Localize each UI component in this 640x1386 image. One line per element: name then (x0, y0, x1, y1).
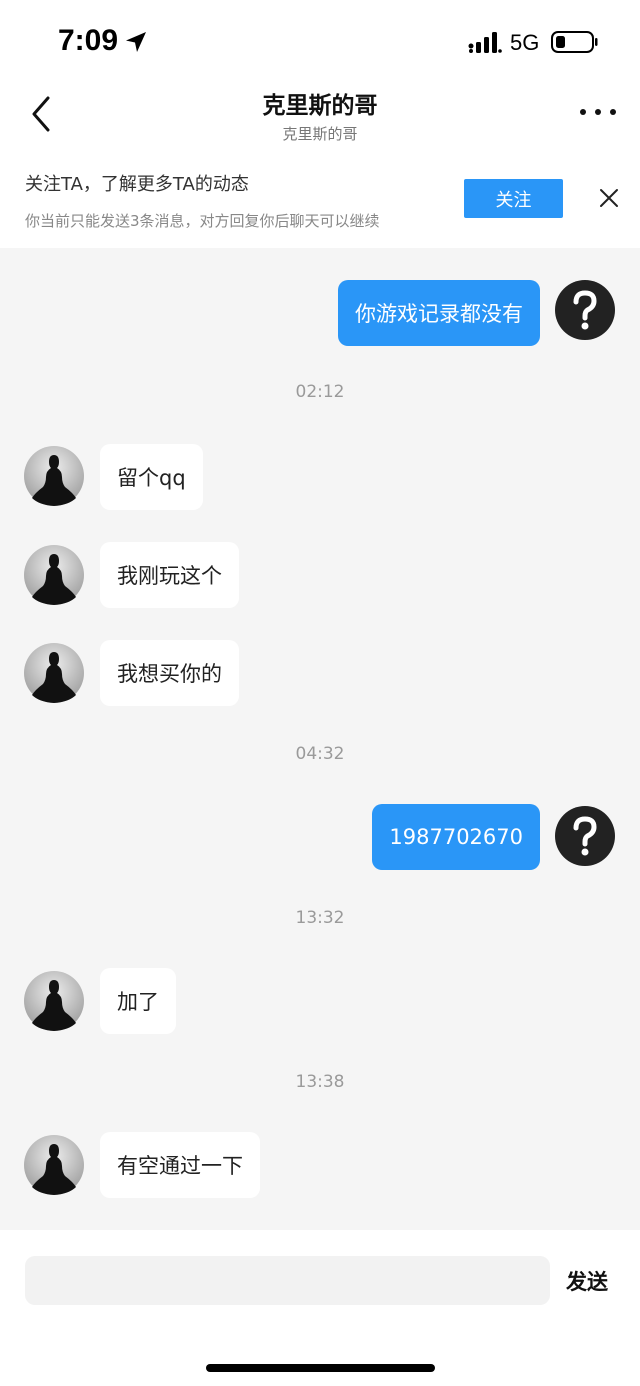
self-avatar-question-icon[interactable] (555, 280, 615, 340)
message-bubble-incoming[interactable]: 有空通过一下 (100, 1132, 260, 1198)
message-bubble-incoming[interactable]: 我想买你的 (100, 640, 239, 706)
contact-avatar[interactable] (24, 643, 84, 703)
nav-bar: 克里斯的哥 克里斯的哥 (0, 82, 640, 154)
network-label: 5G (510, 30, 540, 55)
timestamp: 04:32 (295, 744, 345, 764)
chat-area[interactable]: 你游戏记录都没有 02:12 留个qq 我刚玩这个 我想买你的 04:32 19… (0, 248, 640, 1230)
timestamp: 02:12 (295, 382, 345, 402)
send-button[interactable]: 发送 (566, 1266, 608, 1296)
contact-avatar[interactable] (24, 446, 84, 506)
status-bar: 7:09 5G (0, 0, 640, 82)
self-avatar-question-icon[interactable] (555, 806, 615, 866)
message-bubble-incoming[interactable]: 留个qq (100, 444, 203, 510)
message-bubble-incoming[interactable]: 我刚玩这个 (100, 542, 239, 608)
status-time: 7:09 (58, 24, 119, 57)
timestamp: 13:38 (295, 1072, 345, 1092)
location-arrow-icon (126, 32, 146, 52)
contact-avatar[interactable] (24, 1135, 84, 1195)
page-title: 克里斯的哥 (262, 93, 378, 119)
more-icon[interactable] (578, 104, 618, 120)
close-icon[interactable] (598, 187, 620, 209)
message-bubble-incoming[interactable]: 加了 (100, 968, 176, 1034)
message-input[interactable] (25, 1256, 550, 1305)
message-bubble-outgoing[interactable]: 1987702670 (372, 804, 540, 870)
message-bubble-outgoing[interactable]: 你游戏记录都没有 (338, 280, 540, 346)
contact-avatar[interactable] (24, 545, 84, 605)
timestamp: 13:32 (295, 908, 345, 928)
follow-banner-subtitle: 你当前只能发送3条消息，对方回复你后聊天可以继续 (25, 212, 380, 230)
follow-banner-title: 关注TA，了解更多TA的动态 (25, 174, 249, 195)
input-bar: 发送 (0, 1230, 640, 1386)
home-indicator (206, 1364, 435, 1372)
signal-icon (468, 32, 502, 53)
battery-icon (551, 31, 598, 53)
follow-button[interactable]: 关注 (464, 179, 563, 218)
follow-banner: 关注TA，了解更多TA的动态 你当前只能发送3条消息，对方回复你后聊天可以继续 … (0, 154, 640, 248)
page-subtitle: 克里斯的哥 (282, 125, 358, 143)
contact-avatar[interactable] (24, 971, 84, 1031)
